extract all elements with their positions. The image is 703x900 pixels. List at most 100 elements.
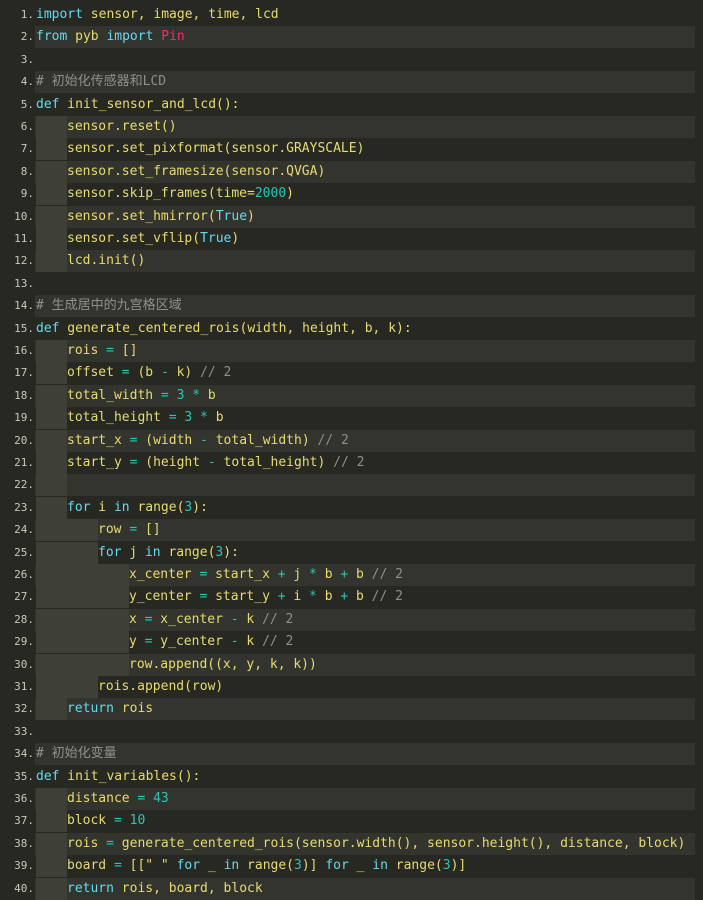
code-line[interactable]: 5. def init_sensor_and_lcd(): [0, 94, 695, 116]
indent-guide [36, 519, 67, 542]
code-line[interactable]: 29. y = y_center - k // 2 [0, 631, 695, 654]
code-token: b [348, 567, 372, 582]
code-text: distance = 43 [35, 788, 695, 810]
code-line[interactable]: 1. import sensor, image, time, lcd [0, 4, 695, 26]
code-line[interactable]: 13. [0, 273, 695, 295]
code-token: range( [387, 858, 443, 874]
code-token: b [316, 589, 341, 605]
line-number: 15. [14, 321, 34, 335]
code-line[interactable]: 6. sensor.reset() [0, 116, 695, 138]
code-token: k [238, 634, 263, 650]
indent-guide [67, 564, 98, 586]
code-token: start_y [207, 589, 278, 605]
code-token: ): [223, 544, 239, 560]
code-token: b [207, 410, 224, 426]
code-token: _ [200, 858, 224, 874]
code-text: def init_variables(): [35, 766, 695, 788]
code-line[interactable]: 31. rois.append(row) [0, 676, 695, 698]
code-text: y = y_center - k // 2 [35, 631, 695, 654]
line-number: 37. [14, 814, 34, 828]
code-line[interactable]: 30. row.append((x, y, k, k)) [0, 653, 695, 676]
code-token: // 2 [333, 455, 365, 470]
code-line[interactable]: 7. sensor.set_pixformat(sensor.GRAYSCALE) [0, 138, 695, 161]
code-token: 2000 [254, 186, 287, 202]
code-token: (width [137, 432, 201, 448]
code-line[interactable]: 21. start_y = (height - total_height) // … [0, 452, 695, 474]
code-token: pyb [67, 29, 107, 45]
code-token: = [113, 813, 122, 829]
code-line[interactable]: 18. total_width = 3 * b [0, 384, 695, 407]
code-line[interactable]: 20. start_x = (width - total_width) // 2 [0, 429, 695, 452]
code-text: block = 10 [35, 810, 695, 833]
code-text: import sensor, image, time, lcd [35, 4, 695, 26]
indent-guide [36, 362, 67, 385]
indent-guide [67, 541, 98, 564]
code-line[interactable]: 27. y_center = start_y + i * b + b // 2 [0, 586, 695, 609]
indent-guide [36, 340, 67, 362]
code-line[interactable]: 9. sensor.skip_frames(time=2000) [0, 183, 695, 206]
code-line[interactable]: 25. for j in range(3): [0, 541, 695, 564]
code-line[interactable]: 3. [0, 49, 695, 71]
indent-guide [36, 564, 67, 586]
code-line[interactable]: 8. sensor.set_framesize(sensor.QVGA) [0, 160, 695, 183]
line-number: 38. [14, 836, 34, 850]
line-number: 24. [14, 523, 34, 537]
code-token: * [309, 567, 317, 582]
code-token: range( [239, 858, 295, 874]
code-line[interactable]: 37. block = 10 [0, 810, 695, 833]
code-token: = [129, 522, 138, 538]
indent-guide [67, 608, 98, 631]
indent-guide [36, 676, 67, 698]
code-line[interactable]: 33. [0, 721, 695, 743]
code-line[interactable]: 17. offset = (b - k) // 2 [0, 362, 695, 385]
line-number: 8. [20, 164, 34, 178]
line-number: 16. [14, 344, 34, 357]
code-line[interactable]: 40. return rois, board, block [0, 877, 695, 900]
code-line[interactable]: 14. # 生成居中的九宫格区域 [0, 295, 695, 318]
code-line[interactable]: 12. lcd.init() [0, 250, 695, 273]
code-line[interactable]: 38. rois = generate_centered_rois(sensor.… [0, 832, 695, 855]
code-line[interactable]: 11. sensor.set_vflip(True) [0, 228, 695, 250]
code-token: for [325, 858, 349, 874]
code-token: ) [247, 208, 255, 224]
code-line[interactable]: 26. x_center = start_x + j * b + b // 2 [0, 564, 695, 586]
line-number: 31. [14, 680, 34, 693]
code-token: lcd.init() [67, 253, 146, 269]
code-token: k [238, 611, 263, 627]
code-line[interactable]: 28. x = x_center - k // 2 [0, 608, 695, 631]
code-token: [] [137, 522, 161, 538]
code-token: 43 [145, 791, 169, 806]
code-editor[interactable]: 1. import sensor, image, time, lcd 2. from … [0, 4, 703, 900]
code-text: sensor.skip_frames(time=2000) [35, 183, 695, 206]
code-line[interactable]: 22. [0, 474, 695, 497]
code-line[interactable]: 35. def init_variables(): [0, 766, 695, 788]
indent-guide [36, 183, 67, 206]
code-line[interactable]: 10. sensor.set_hmirror(True) [0, 205, 695, 228]
code-line[interactable]: 36. distance = 43 [0, 788, 695, 810]
code-text: rois.append(row) [35, 676, 695, 698]
code-text: sensor.set_vflip(True) [35, 228, 695, 250]
code-text: # 初始化变量 [35, 743, 695, 766]
indent-guide [36, 384, 67, 407]
code-line[interactable]: 4. # 初始化传感器和LCD [0, 71, 695, 94]
code-line[interactable]: 23. for i in range(3): [0, 496, 695, 519]
code-token: board [67, 858, 114, 874]
code-line[interactable]: 39. board = [[" " for _ in range(3)] for … [0, 855, 695, 878]
code-line[interactable]: 16. rois = [] [0, 340, 695, 362]
line-number: 13. [14, 276, 34, 290]
indent-guide [36, 855, 67, 878]
code-line[interactable]: 32. return rois [0, 698, 695, 721]
line-number: 33. [14, 724, 34, 738]
code-line[interactable]: 2. from pyb import Pin [0, 26, 695, 49]
code-text: start_x = (width - total_width) // 2 [35, 429, 695, 452]
code-line[interactable]: 19. total_height = 3 * b [0, 407, 695, 430]
code-token: offset [67, 365, 122, 381]
line-number: 6. [20, 120, 34, 133]
code-token: j [121, 544, 145, 560]
code-line[interactable]: 34. # 初始化变量 [0, 743, 695, 766]
code-line[interactable]: 24. row = [] [0, 519, 695, 542]
code-token: 3 [176, 410, 193, 426]
code-token: (height [137, 455, 208, 470]
code-line[interactable]: 15. def generate_centered_rois(width, hei… [0, 318, 695, 340]
